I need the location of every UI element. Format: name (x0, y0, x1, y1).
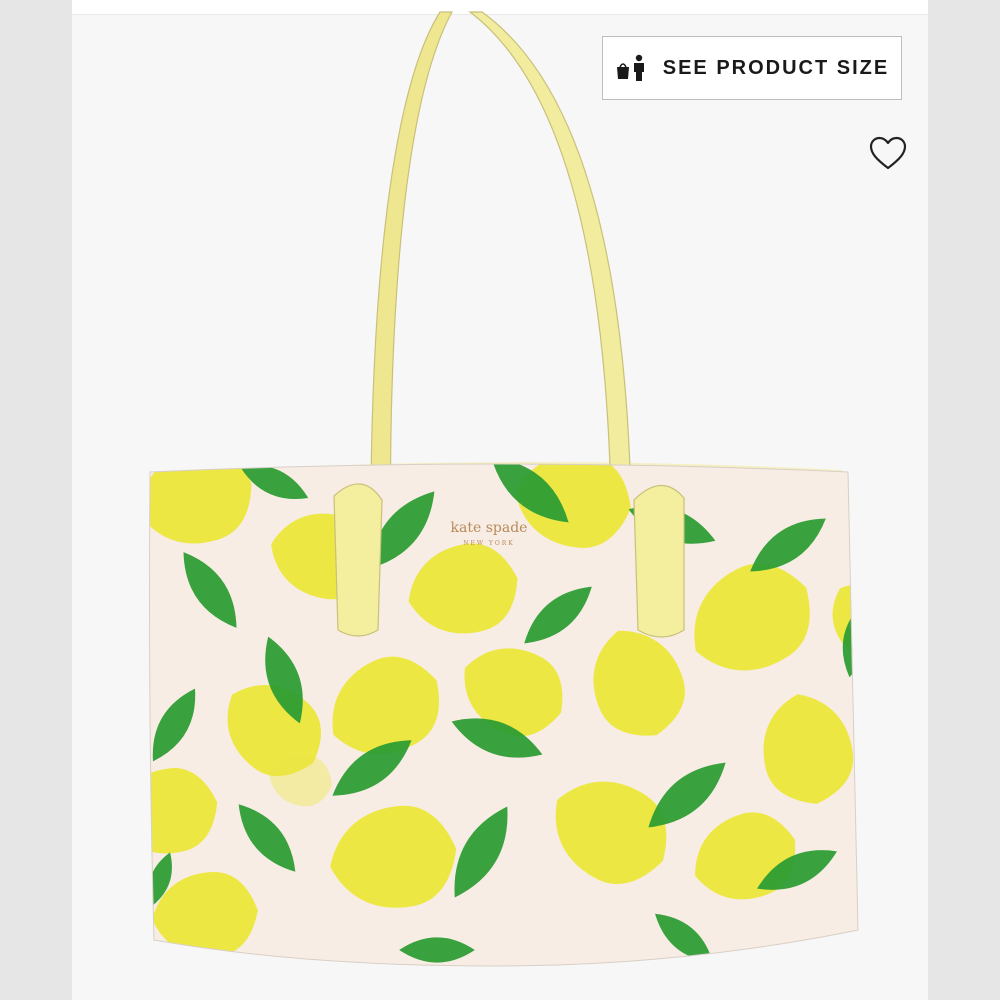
heart-outline-icon (869, 136, 907, 170)
left-margin (0, 0, 72, 1000)
product-photo: kate spade NEW YORK (149, 11, 859, 967)
see-product-size-label: SEE PRODUCT SIZE (662, 56, 890, 79)
favorite-button[interactable] (868, 134, 908, 174)
see-product-size-button[interactable]: SEE PRODUCT SIZE (602, 36, 902, 100)
brand-logo-subtext: NEW YORK (463, 540, 515, 547)
product-image-panel[interactable]: kate spade NEW YORK SEE PRODUCT SIZE (72, 0, 928, 1000)
brand-logo-text: kate spade (451, 520, 528, 536)
right-margin (928, 0, 1000, 1000)
person-with-bag-icon (616, 54, 644, 81)
